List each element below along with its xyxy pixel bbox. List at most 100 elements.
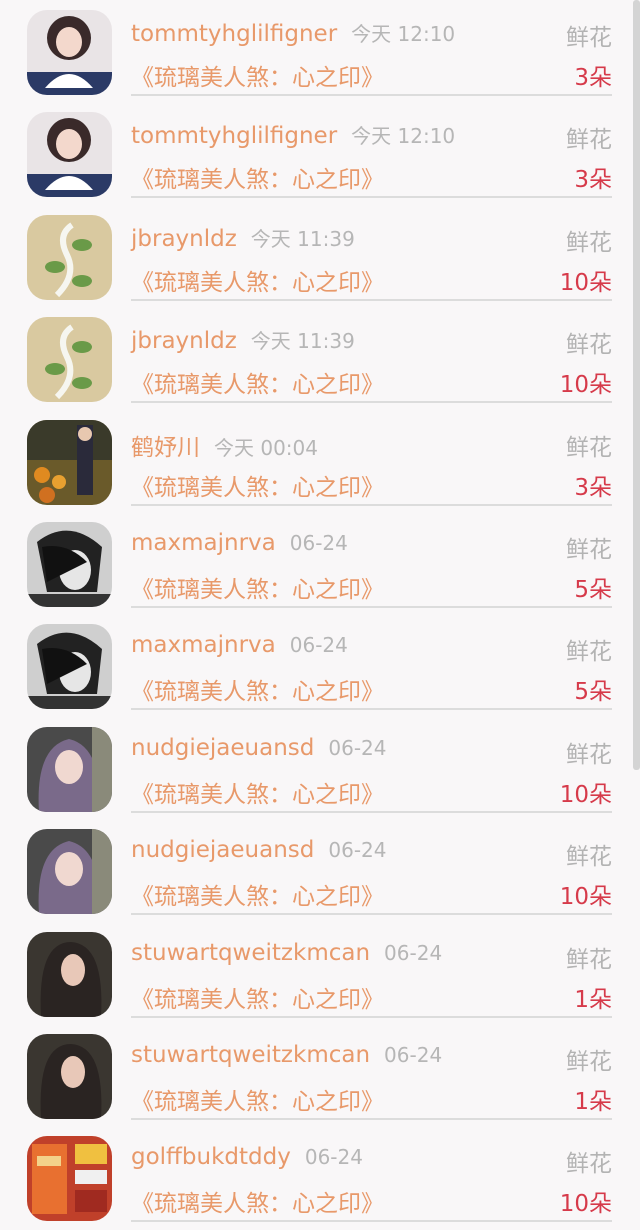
user-name[interactable]: maxmajnrva 06-24 [131,632,348,658]
divider [131,503,612,506]
user-name[interactable]: nudgiejaeuansd 06-24 [131,837,387,863]
timestamp: 今天 11:39 [250,226,355,251]
gift-count: 1朵 [574,986,612,1013]
list-item[interactable]: golffbukdtddy 06-24 鲜花 《琉璃美人煞：心之印》 10朵 [0,1126,640,1228]
gift-count: 3朵 [574,65,612,91]
plant-illustration-avatar [27,214,112,300]
user-name[interactable]: stuwartqweitzkmcan 06-24 [131,1042,442,1068]
avatar[interactable] [27,726,112,812]
gift-type-label: 鲜花 [566,434,612,461]
book-title-link[interactable]: 《琉璃美人煞：心之印》 [131,468,384,502]
gift-count: 3朵 [574,474,612,501]
avatar[interactable] [27,1136,112,1222]
user-name-text: maxmajnrva [131,632,276,659]
user-name[interactable]: maxmajnrva 06-24 [131,530,348,556]
book-title-link[interactable]: 《琉璃美人煞：心之印》 [131,1184,384,1218]
user-name-text: nudgiejaeuansd [131,734,315,761]
gift-type-label: 鲜花 [566,229,612,256]
list-item[interactable]: jbraynldz 今天 11:39 鲜花 《琉璃美人煞：心之印》 10朵 [0,205,640,307]
list-item[interactable]: jbraynldz 今天 11:39 鲜花 《琉璃美人煞：心之印》 10朵 [0,307,640,409]
user-name[interactable]: tommtyhglilfigner 今天 12:10 [131,120,455,149]
book-title-link[interactable]: 《琉璃美人煞：心之印》 [131,877,384,911]
gift-type-label: 鲜花 [566,844,612,871]
timestamp: 06-24 [328,838,387,863]
timestamp: 06-24 [384,1043,443,1067]
avatar[interactable] [27,214,112,300]
user-name[interactable]: golffbukdtddy 06-24 [131,1144,363,1170]
gift-type-label: 鲜花 [566,537,612,563]
timestamp: 06-24 [328,735,387,760]
timestamp: 06-24 [304,1145,363,1170]
user-name[interactable]: jbraynldz 今天 11:39 [131,325,355,354]
gift-count: 1朵 [574,1089,612,1115]
user-name-text: stuwartqweitzkmcan [131,1042,371,1068]
user-name[interactable]: 鹤妤川 今天 00:04 [131,428,318,462]
book-title-link[interactable]: 《琉璃美人煞：心之印》 [131,365,384,399]
list-item[interactable]: nudgiejaeuansd 06-24 鲜花 《琉璃美人煞：心之印》 10朵 [0,717,640,819]
book-title-link[interactable]: 《琉璃美人煞：心之印》 [131,570,384,604]
book-title-link[interactable]: 《琉璃美人煞：心之印》 [131,263,384,297]
avatar[interactable] [27,829,112,915]
gift-count: 10朵 [559,372,612,399]
book-title-link[interactable]: 《琉璃美人煞：心之印》 [131,1082,384,1116]
divider [131,94,612,96]
user-name-text: maxmajnrva [131,530,276,556]
timestamp: 今天 00:04 [214,435,318,460]
avatar[interactable] [27,10,112,95]
avatar[interactable] [27,317,112,403]
girl-white-top-avatar [27,10,112,95]
user-name[interactable]: jbraynldz 今天 11:39 [131,223,355,252]
divider [131,913,612,916]
user-name-text: nudgiejaeuansd [131,837,315,864]
gift-type-label: 鲜花 [566,946,612,973]
gift-type-label: 鲜花 [566,1151,612,1178]
list-item[interactable]: maxmajnrva 06-24 鲜花 《琉璃美人煞：心之印》 5朵 [0,512,640,614]
book-title-link[interactable]: 《琉璃美人煞：心之印》 [131,775,384,809]
gift-type-label: 鲜花 [566,639,612,666]
list-item[interactable]: tommtyhglilfigner 今天 12:10 鲜花 《琉璃美人煞：心之印》… [0,0,640,102]
divider [131,298,612,301]
user-name-text: golffbukdtddy [131,1144,291,1171]
divider [131,196,612,199]
book-title-link[interactable]: 《琉璃美人煞：心之印》 [131,672,384,706]
divider [131,810,612,813]
divider [131,1118,612,1120]
gift-type-label: 鲜花 [566,127,612,154]
list-item[interactable]: maxmajnrva 06-24 鲜花 《琉璃美人煞：心之印》 5朵 [0,614,640,716]
user-name[interactable]: stuwartqweitzkmcan 06-24 [131,940,442,966]
girl-white-top-avatar [27,112,112,198]
dark-hair-avatar [27,1034,112,1119]
avatar[interactable] [27,1034,112,1119]
avatar[interactable] [27,112,112,198]
avatar[interactable] [27,931,112,1017]
book-title-link[interactable]: 《琉璃美人煞：心之印》 [131,160,384,194]
avatar[interactable] [27,419,112,505]
divider [131,401,612,404]
avatar[interactable] [27,522,112,607]
gift-count: 5朵 [574,577,612,603]
divider [131,606,612,608]
scrollbar[interactable] [633,0,640,770]
divider [131,1220,612,1223]
timestamp: 今天 12:10 [351,22,456,46]
list-item[interactable]: tommtyhglilfigner 今天 12:10 鲜花 《琉璃美人煞：心之印》… [0,102,640,204]
list-item[interactable]: stuwartqweitzkmcan 06-24 鲜花 《琉璃美人煞：心之印》 1… [0,922,640,1024]
list-item[interactable]: 鹤妤川 今天 00:04 鲜花 《琉璃美人煞：心之印》 3朵 [0,410,640,512]
user-name-text: stuwartqweitzkmcan [131,939,371,966]
user-name[interactable]: nudgiejaeuansd 06-24 [131,735,387,761]
gift-count: 10朵 [559,884,612,911]
timestamp: 06-24 [289,633,348,658]
book-title-link[interactable]: 《琉璃美人煞：心之印》 [131,980,384,1014]
purple-hair-avatar [27,829,112,915]
list-item[interactable]: nudgiejaeuansd 06-24 鲜花 《琉璃美人煞：心之印》 10朵 [0,819,640,921]
timestamp: 今天 11:39 [250,329,355,354]
gift-type-label: 鲜花 [566,1049,612,1075]
avatar[interactable] [27,624,112,710]
bw-portrait-avatar [27,522,112,607]
list-item[interactable]: stuwartqweitzkmcan 06-24 鲜花 《琉璃美人煞：心之印》 1… [0,1024,640,1126]
book-title-link[interactable]: 《琉璃美人煞：心之印》 [131,58,384,92]
user-name-text: tommtyhglilfigner [131,123,338,150]
user-name[interactable]: tommtyhglilfigner 今天 12:10 [131,18,455,47]
dark-hair-avatar [27,931,112,1017]
timestamp: 06-24 [384,940,443,965]
